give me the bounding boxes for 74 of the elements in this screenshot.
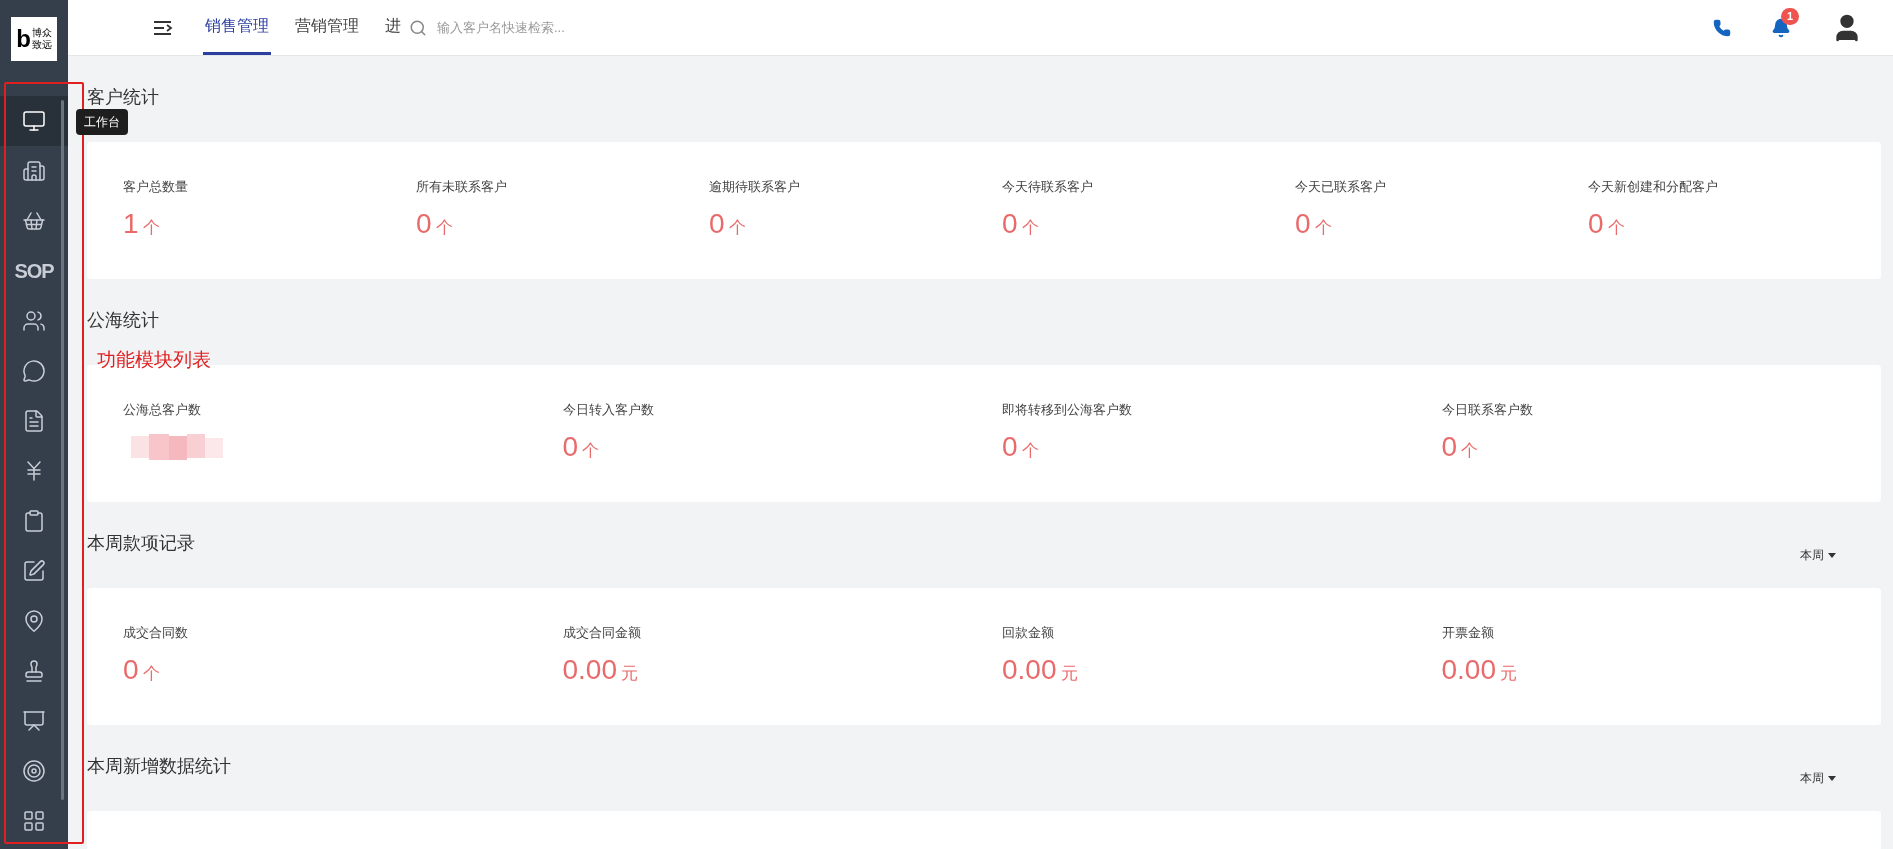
stat-label: 今天新创建和分配客户 [1588,178,1719,196]
logo-text: 致远 [31,39,52,51]
period-dropdown[interactable]: 本周 [1800,769,1836,787]
monitor-icon [22,109,46,133]
stat-unit: 个 [142,662,160,685]
phone-icon[interactable] [1713,18,1731,37]
stat-value: 0 [123,652,139,687]
building-icon [22,159,46,183]
stat-unit: 元 [621,662,638,685]
basket-icon [22,209,46,233]
stat-value: 0.00 [1441,652,1496,687]
clipboard-icon [22,509,46,533]
stat-label: 今天待联系客户 [1002,178,1094,196]
logo-text: 博众 [31,27,52,39]
caret-icon [1828,552,1836,558]
caret-icon [1828,775,1836,781]
stat-value: 0 [1441,429,1458,464]
grid-icon [22,809,46,833]
stamp-icon [22,659,46,683]
stat-unit: 个 [728,216,746,239]
chat-icon [22,359,46,383]
stat-label: 成交合同金额 [562,624,642,642]
stat-unit: 个 [1021,439,1039,462]
stat-unit: 个 [1607,216,1625,239]
stat-value: 0 [1588,206,1604,241]
stat-label: 今天已联系客户 [1295,178,1387,196]
sidebar-item[interactable]: SOP [0,246,68,296]
section-title: 公海统计 [87,308,159,332]
stat-value: 0.00 [562,652,617,687]
map-pin-icon [22,609,46,633]
stat-value: 0 [1295,206,1311,241]
stat-label: 今日转入客户数 [562,401,655,419]
stat-label: 逾期待联系客户 [709,178,801,196]
stat-label: 即将转移到公海客户数 [1002,401,1133,419]
stat-unit: 个 [435,216,453,239]
search-icon [409,18,427,37]
stat-value: 0 [562,429,579,464]
document-icon [22,409,46,433]
stat-label: 公海总客户数 [123,401,202,419]
edit-icon [22,559,46,583]
stat-unit: 元 [1500,662,1517,685]
nav-tab[interactable]: 销售管理 [203,0,271,55]
stat-label: 今日联系客户数 [1441,401,1534,419]
logo-mark: b [16,27,31,51]
menu-icon[interactable] [153,19,173,36]
users-icon [22,309,46,333]
stat-label: 成交合同数 [123,624,189,642]
nav-tab[interactable]: 进 [383,0,403,55]
stat-value: 0 [1002,429,1018,464]
stat-value: 0 [709,206,725,241]
nav-tab[interactable]: 营销管理 [293,0,361,55]
stat-value: 1 [123,206,139,241]
notification-badge: 1 [1781,7,1800,25]
target-icon [22,759,46,783]
section-title: 本周新增数据统计 [87,754,231,778]
section-title: 本周款项记录 [87,531,195,555]
search-field[interactable]: 输入客户名快速检索... [437,17,737,38]
stat-unit: 元 [1060,662,1078,685]
stat-unit: 个 [142,216,160,239]
stat-value: 0.00 [1002,652,1057,687]
presentation-icon [22,709,46,733]
stat-value: 0 [1002,206,1018,241]
stat-unit: 个 [1021,216,1039,239]
stat-label: 回款金额 [1002,624,1055,642]
stat-label: 客户总数量 [123,178,189,196]
stat-unit: 个 [1314,216,1332,239]
tooltip: 工作台 [76,109,128,135]
stat-unit: 个 [582,439,600,462]
stat-unit: 个 [1461,439,1479,462]
stat-label: 所有未联系客户 [416,178,508,196]
annotation-label: 功能模块列表 [97,348,211,372]
stat-value: 0 [416,206,432,241]
stat-label: 开票金额 [1441,624,1495,642]
period-dropdown[interactable]: 本周 [1800,546,1836,564]
